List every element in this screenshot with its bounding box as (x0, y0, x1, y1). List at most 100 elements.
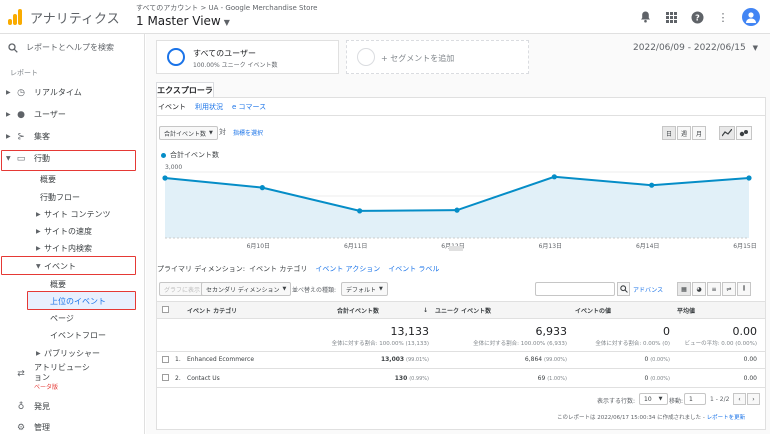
sidebar-item-site-speed[interactable]: ▶ サイトの速度 (36, 226, 92, 237)
advanced-filter-link[interactable]: アドバンス (633, 285, 663, 294)
sidebar-item-events[interactable]: ▼ イベント (36, 261, 76, 272)
gear-icon: ⚙ (16, 422, 26, 433)
sidebar-item-acquisition[interactable]: ▶ ⊱ 集客 (6, 131, 50, 142)
week-button[interactable]: 週 (677, 126, 691, 140)
date-range-picker[interactable]: 2022/06/09 - 2022/06/15 ▼ (633, 43, 758, 53)
help-icon[interactable]: ? (690, 10, 704, 24)
month-button[interactable]: 月 (692, 126, 706, 140)
divider (157, 368, 765, 369)
sidebar-item-label: 概要 (40, 175, 56, 184)
data-point[interactable] (746, 175, 752, 181)
row-value-pct: (0.00%) (650, 357, 670, 363)
plot-rows-button[interactable]: グラフに表示 (159, 282, 206, 296)
comparison-view-icon[interactable]: ⇌ (722, 282, 736, 296)
sidebar-item-publisher[interactable]: ▶ パブリッシャー (36, 348, 100, 359)
sidebar-item-label: サイト コンテンツ (44, 210, 111, 219)
select-metric-link[interactable]: 指標を選択 (233, 128, 263, 137)
row-total: 130 (394, 375, 408, 382)
col-event-value[interactable]: イベントの値 (575, 302, 611, 318)
col-event-category[interactable]: イベント カテゴリ (187, 302, 237, 318)
tab-usage[interactable]: 利用状況 (195, 102, 223, 112)
data-point[interactable] (551, 174, 557, 180)
sidebar-item-attribution[interactable]: ⇄ アトリビューション ベータ版 (6, 363, 94, 393)
performance-view-icon[interactable]: ≡ (707, 282, 721, 296)
segment-all-users[interactable]: すべてのユーザー 100.00% ユニーク イベント数 (156, 40, 339, 74)
chevron-down-icon: ▼ (209, 130, 213, 136)
sidebar-item-discover[interactable]: ♁ 発見 (6, 401, 50, 412)
motion-chart-icon[interactable] (736, 126, 752, 140)
sidebar-item-admin[interactable]: ⚙ 管理 (6, 422, 50, 433)
row-total: 13,003 (380, 356, 405, 363)
sidebar-item-label: イベントフロー (50, 331, 106, 340)
more-vert-icon[interactable]: ⋮ (716, 10, 730, 24)
view-selector[interactable]: 1 Master View ▼ (136, 14, 230, 28)
sidebar-item-events-overview[interactable]: 概要 (50, 279, 66, 290)
clock-icon: ◷ (17, 87, 25, 98)
table-view-icon[interactable]: ▦ (677, 282, 691, 296)
sort-type-dropdown[interactable]: デフォルト ▼ (341, 282, 388, 296)
sidebar-item-label: アトリビューション (34, 363, 90, 382)
data-point[interactable] (357, 208, 363, 214)
sidebar-item-behavior-flow[interactable]: 行動フロー (40, 192, 80, 203)
sidebar-item-site-search[interactable]: ▶ サイト内検索 (36, 243, 92, 254)
row-checkbox[interactable] (162, 356, 169, 363)
secondary-dimension-dropdown[interactable]: セカンダリ ディメンション ▼ (201, 282, 292, 296)
analytics-logo-icon[interactable] (8, 9, 22, 25)
col-avg-value[interactable]: 平均値 (677, 302, 695, 318)
sidebar-item-top-events[interactable]: 上位のイベント (50, 296, 106, 307)
data-point[interactable] (259, 185, 265, 191)
sidebar-item-users[interactable]: ▶ ● ユーザー (6, 109, 66, 120)
goto-page-input[interactable]: 1 (684, 393, 706, 405)
sidebar-item-behavior[interactable]: ▼ ▭ 行動 (6, 153, 50, 164)
apps-grid-icon[interactable] (664, 10, 678, 24)
caret-right-icon: ▶ (6, 133, 11, 140)
divider (157, 351, 765, 352)
pie-view-icon[interactable]: ◕ (692, 282, 706, 296)
sidebar-search[interactable]: レポートとヘルプを検索 (8, 42, 114, 53)
add-segment-button[interactable]: + セグメントを追加 (346, 40, 529, 74)
rows-per-page-select[interactable]: 10 ▼ (639, 393, 668, 405)
dimension-event-action[interactable]: イベント アクション (315, 264, 380, 274)
tab-events[interactable]: イベント (158, 102, 186, 112)
total-events-sub: 全体に対する割合: 100.00% (13,133) (331, 341, 429, 347)
sidebar-item-label: 集客 (34, 132, 50, 141)
chart-resize-handle[interactable] (449, 246, 463, 251)
sidebar-item-behavior-overview[interactable]: 概要 (40, 174, 56, 185)
search-icon[interactable] (617, 282, 630, 296)
header-label: イベントの値 (575, 307, 612, 315)
row-unique-cell: 6,864 (99.00%) (435, 356, 567, 363)
breadcrumb[interactable]: すべてのアカウント > UA - Google Merchandise Stor… (136, 3, 318, 13)
sidebar-item-event-flow[interactable]: イベントフロー (50, 330, 106, 341)
sidebar-item-realtime[interactable]: ▶ ◷ リアルタイム (6, 87, 82, 98)
col-total-events[interactable]: 合計イベント数 (337, 302, 379, 318)
bell-icon[interactable] (638, 10, 652, 24)
primary-dimension-row: プライマリ ディメンション: イベント カテゴリ イベント アクション イベント… (157, 264, 439, 274)
line-chart-icon[interactable] (719, 126, 735, 140)
sidebar-item-site-content[interactable]: ▶ サイト コンテンツ (36, 209, 111, 220)
avatar[interactable] (742, 8, 760, 26)
row-link-contact-us[interactable]: Contact Us (187, 375, 220, 382)
pivot-view-icon[interactable]: ⫼ (737, 282, 751, 296)
search-placeholder: レポートとヘルプを検索 (26, 43, 114, 52)
sidebar-item-pages[interactable]: ページ (50, 313, 74, 324)
metric-dropdown[interactable]: 合計イベント数 ▼ (159, 126, 218, 140)
row-checkbox[interactable] (162, 374, 169, 381)
tab-ecommerce[interactable]: e コマース (232, 102, 266, 112)
divider (157, 318, 765, 319)
table-search-input[interactable] (535, 282, 615, 296)
tab-explorer[interactable]: エクスプローラ (156, 82, 214, 98)
refresh-report-link[interactable]: レポートを更新 (707, 415, 746, 421)
row-link-enhanced-ecommerce[interactable]: Enhanced Ecommerce (187, 356, 254, 363)
prev-page-icon[interactable]: ‹ (733, 393, 746, 405)
row-number: 1. (175, 356, 181, 363)
dimension-event-label[interactable]: イベント ラベル (388, 264, 439, 274)
col-unique-events[interactable]: ユニーク イベント数 (435, 302, 491, 318)
next-page-icon[interactable]: › (747, 393, 760, 405)
data-point[interactable] (649, 182, 655, 188)
select-all-checkbox[interactable] (162, 306, 169, 313)
caret-right-icon: ▶ (36, 211, 41, 218)
data-point[interactable] (162, 175, 168, 181)
data-point[interactable] (454, 207, 460, 213)
segment-circle-icon (167, 48, 185, 66)
day-button[interactable]: 日 (662, 126, 676, 140)
